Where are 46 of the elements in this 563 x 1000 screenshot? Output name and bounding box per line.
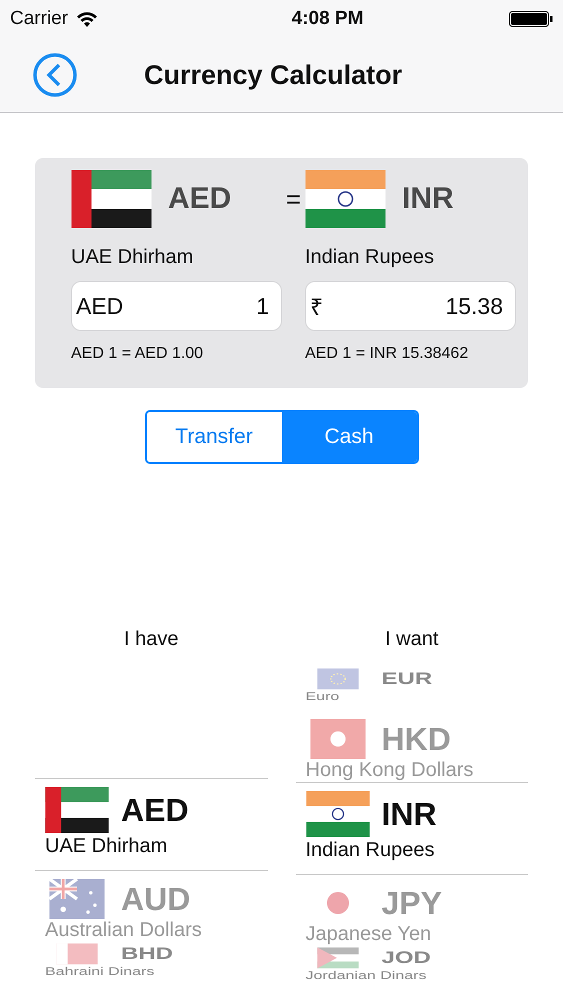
back-button[interactable]: [32, 52, 78, 98]
currency-code: INR: [402, 182, 454, 216]
currency-code: EUR: [382, 669, 432, 689]
picker-label: I want: [385, 628, 438, 651]
segment-tab[interactable]: Cash: [282, 412, 416, 462]
currency-name: Indian Rupees: [305, 246, 435, 269]
currency-name: Bahraini Dinars: [45, 966, 156, 978]
currency-code: JPY: [382, 884, 442, 922]
status-time: 4:08 PM: [290, 8, 364, 30]
currency-code: HKD: [382, 720, 451, 758]
currency-code: AED: [121, 792, 189, 828]
currency-name: Hong Kong Dollars: [306, 759, 474, 782]
currency-name: UAE Dhirham: [45, 835, 168, 858]
picker-row[interactable]: HKD Hong Kong Dollars: [296, 711, 528, 782]
currency-code: JOD: [382, 948, 431, 968]
amount-field[interactable]: AED 1: [71, 281, 282, 331]
picker-row[interactable]: JPY Japanese Yen: [296, 875, 528, 946]
flag-icon: [45, 787, 109, 833]
picker-row[interactable]: AUD Australian Dollars: [35, 871, 268, 942]
currency-name: Indian Rupees: [306, 839, 436, 862]
currency-code: INR: [382, 796, 437, 832]
currency-name: UAE Dhirham: [71, 246, 194, 269]
currency-name: Australian Dollars: [45, 919, 203, 942]
battery-icon: [509, 11, 553, 27]
picker-row[interactable]: JOD Jordanian Dinars: [296, 946, 528, 990]
wifi-icon: [76, 11, 98, 27]
flag-icon: [71, 170, 152, 228]
picker-row[interactable]: BHD Bahraini Dinars: [35, 942, 268, 986]
currency-name: Euro: [306, 690, 340, 704]
currency-name: Jordanian Dinars: [306, 970, 428, 982]
currency-name: Japanese Yen: [306, 923, 432, 946]
currency-code: BHD: [121, 944, 173, 964]
picker-label: I have: [124, 628, 178, 651]
picker-row[interactable]: EUR Euro: [296, 667, 528, 711]
flag-icon: [305, 170, 386, 228]
carrier-name: Carrier: [10, 8, 68, 30]
screen-title: Currency Calculator: [144, 60, 402, 90]
equals-sign: =: [284, 184, 302, 215]
exchange-rate: AED 1 = AED 1.00: [71, 345, 204, 363]
picker-row[interactable]: AED UAE Dhirham: [35, 778, 268, 871]
amount-field[interactable]: ₹ 15.38: [305, 281, 516, 331]
flag-icon: [306, 791, 370, 837]
currency-code: AUD: [121, 880, 190, 918]
picker-row[interactable]: INR Indian Rupees: [296, 782, 528, 875]
exchange-rate: AED 1 = INR 15.38462: [305, 345, 470, 363]
currency-code: AED: [168, 182, 232, 216]
